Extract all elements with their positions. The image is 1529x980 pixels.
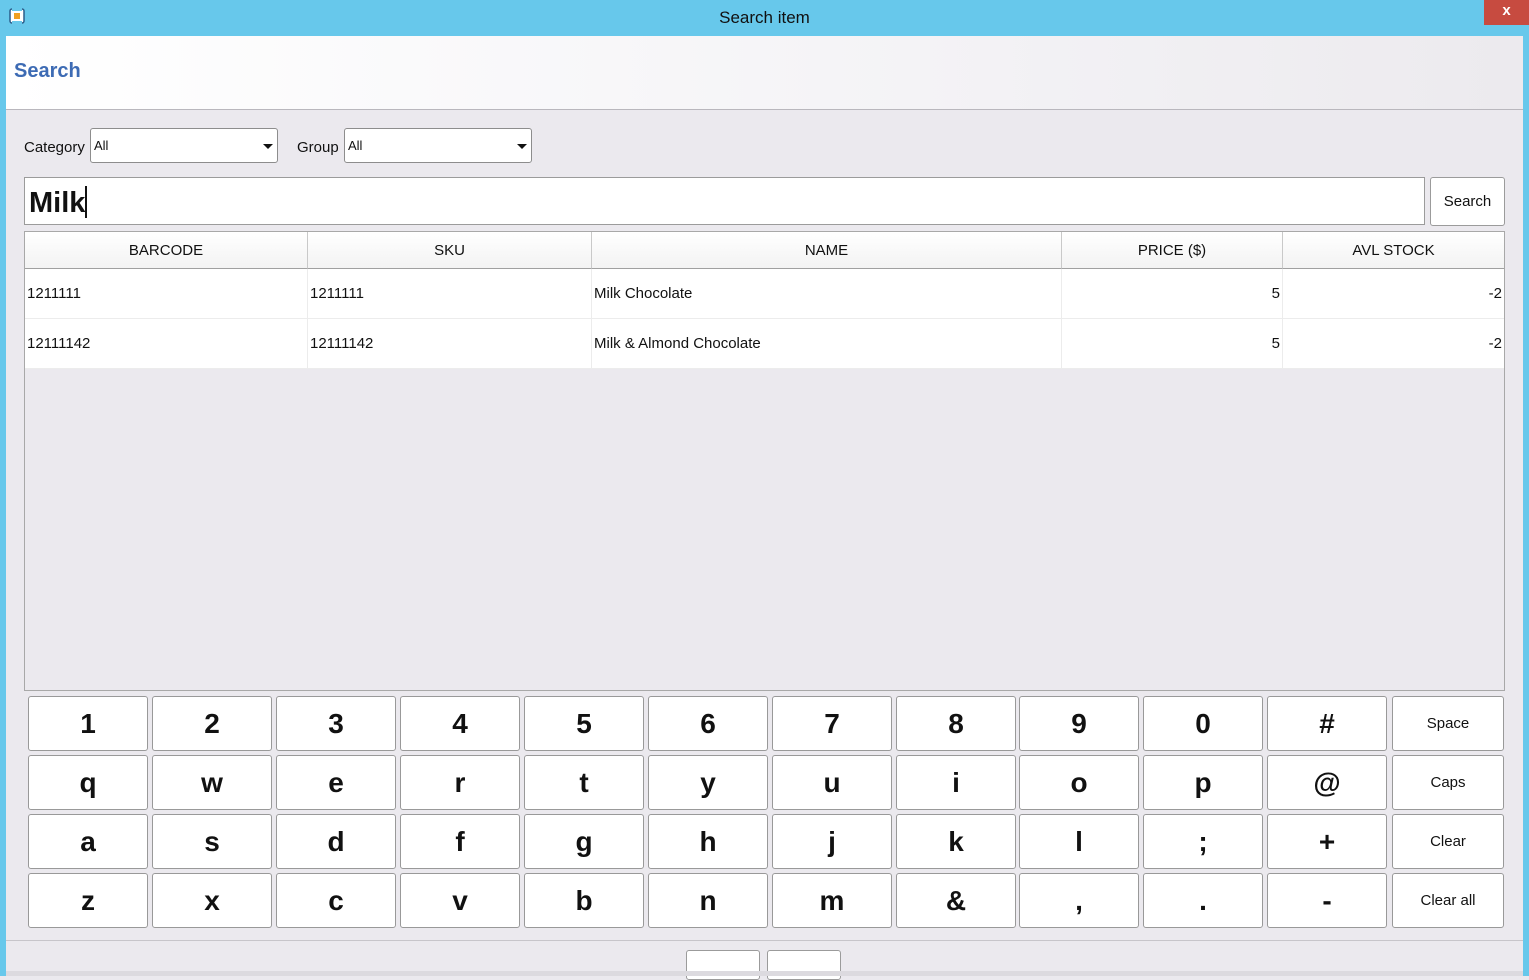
key-t[interactable]: t (524, 755, 644, 810)
cell-sku: 1211111 (308, 269, 592, 318)
key-f[interactable]: f (400, 814, 520, 869)
key-e[interactable]: e (276, 755, 396, 810)
search-input[interactable]: Milk (24, 177, 1425, 225)
key-n[interactable]: n (648, 873, 768, 928)
key-ampersand[interactable]: & (896, 873, 1016, 928)
dialog-header: Search (6, 36, 1523, 110)
key-7[interactable]: 7 (772, 696, 892, 751)
key-6[interactable]: 6 (648, 696, 768, 751)
key-y[interactable]: y (648, 755, 768, 810)
key-a[interactable]: a (28, 814, 148, 869)
title-bar: Search item x (0, 0, 1529, 36)
category-value: All (94, 138, 109, 153)
key-w[interactable]: w (152, 755, 272, 810)
search-input-value: Milk (29, 187, 86, 219)
key-l[interactable]: l (1019, 814, 1139, 869)
key-u[interactable]: u (772, 755, 892, 810)
key-x[interactable]: x (152, 873, 272, 928)
key-j[interactable]: j (772, 814, 892, 869)
window-frame-right (1523, 36, 1529, 976)
cell-price: 5 (1062, 269, 1283, 318)
group-label: Group (297, 139, 339, 156)
key-o[interactable]: o (1019, 755, 1139, 810)
key-plus[interactable]: + (1267, 814, 1387, 869)
key-space[interactable]: Space (1392, 696, 1504, 751)
key-period[interactable]: . (1143, 873, 1263, 928)
cell-price: 5 (1062, 319, 1283, 368)
dialog-content: Category All Group All Milk Search BARCO… (6, 110, 1523, 940)
cell-barcode: 12111142 (25, 319, 308, 368)
close-button[interactable]: x (1484, 0, 1529, 25)
key-s[interactable]: s (152, 814, 272, 869)
key-k[interactable]: k (896, 814, 1016, 869)
key-g[interactable]: g (524, 814, 644, 869)
key-4[interactable]: 4 (400, 696, 520, 751)
key-8[interactable]: 8 (896, 696, 1016, 751)
key-b[interactable]: b (524, 873, 644, 928)
table-row[interactable]: 1211111 1211111 Milk Chocolate 5 -2 (25, 269, 1504, 319)
key-m[interactable]: m (772, 873, 892, 928)
key-d[interactable]: d (276, 814, 396, 869)
key-caps[interactable]: Caps (1392, 755, 1504, 810)
column-header-avl-stock[interactable]: AVL STOCK (1283, 232, 1504, 269)
key-9[interactable]: 9 (1019, 696, 1139, 751)
cell-name: Milk Chocolate (592, 269, 1062, 318)
category-label: Category (24, 139, 85, 156)
cell-sku: 12111142 (308, 319, 592, 368)
key-comma[interactable]: , (1019, 873, 1139, 928)
chevron-down-icon (517, 144, 527, 149)
cell-avl-stock: -2 (1488, 285, 1502, 302)
key-z[interactable]: z (28, 873, 148, 928)
background-strip (6, 971, 1523, 976)
key-5[interactable]: 5 (524, 696, 644, 751)
key-clear[interactable]: Clear (1392, 814, 1504, 869)
key-2[interactable]: 2 (152, 696, 272, 751)
header-title: Search (14, 60, 81, 82)
key-h[interactable]: h (648, 814, 768, 869)
key-minus[interactable]: - (1267, 873, 1387, 928)
key-i[interactable]: i (896, 755, 1016, 810)
key-c[interactable]: c (276, 873, 396, 928)
column-header-sku[interactable]: SKU (308, 232, 592, 269)
key-0[interactable]: 0 (1143, 696, 1263, 751)
key-hash[interactable]: # (1267, 696, 1387, 751)
key-p[interactable]: p (1143, 755, 1263, 810)
key-r[interactable]: r (400, 755, 520, 810)
cell-name: Milk & Almond Chocolate (592, 319, 1062, 368)
results-table[interactable]: BARCODE SKU NAME PRICE ($) AVL STOCK 121… (24, 231, 1505, 691)
key-v[interactable]: v (400, 873, 520, 928)
category-dropdown[interactable]: All (90, 128, 278, 163)
search-button[interactable]: Search (1430, 177, 1505, 226)
column-header-price[interactable]: PRICE ($) (1062, 232, 1283, 269)
column-header-name[interactable]: NAME (592, 232, 1062, 269)
table-row[interactable]: 12111142 12111142 Milk & Almond Chocolat… (25, 319, 1504, 369)
window-title: Search item (719, 8, 810, 27)
cell-barcode: 1211111 (25, 269, 308, 318)
key-3[interactable]: 3 (276, 696, 396, 751)
chevron-down-icon (263, 144, 273, 149)
column-header-barcode[interactable]: BARCODE (25, 232, 308, 269)
key-clear-all[interactable]: Clear all (1392, 873, 1504, 928)
key-semicolon[interactable]: ; (1143, 814, 1263, 869)
key-at[interactable]: @ (1267, 755, 1387, 810)
group-value: All (348, 138, 363, 153)
cell-avl-stock: -2 (1488, 335, 1502, 352)
group-dropdown[interactable]: All (344, 128, 532, 163)
key-1[interactable]: 1 (28, 696, 148, 751)
text-caret (85, 186, 88, 218)
key-q[interactable]: q (28, 755, 148, 810)
